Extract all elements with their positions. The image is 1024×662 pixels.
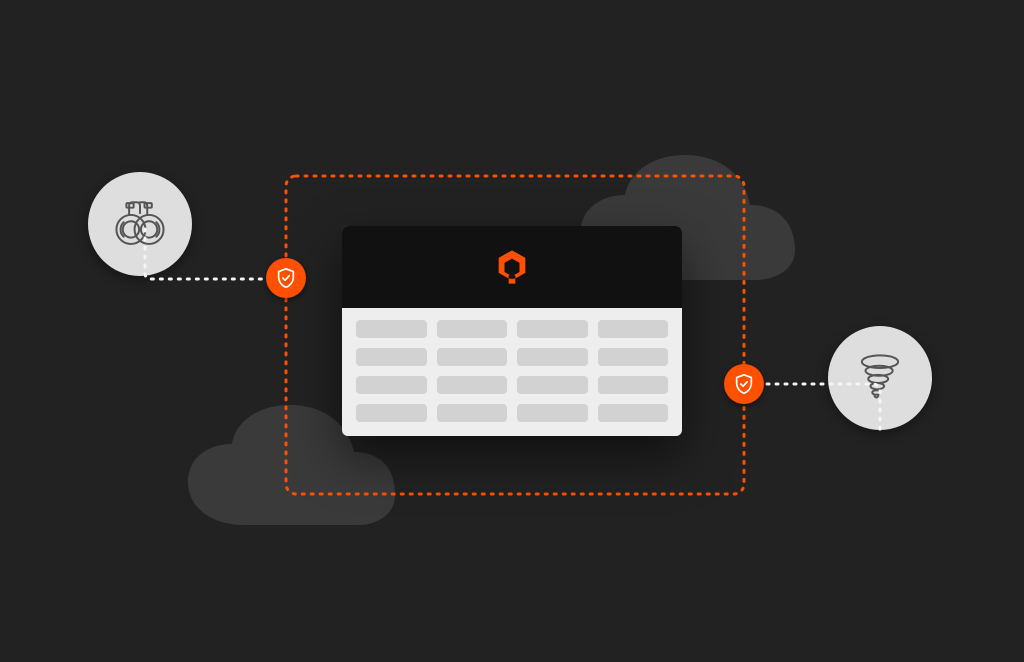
table-cell <box>517 404 588 422</box>
table-cell <box>598 376 669 394</box>
table-cell <box>356 348 427 366</box>
table-cell <box>517 348 588 366</box>
table-cell <box>517 376 588 394</box>
shield-check-icon <box>733 373 755 395</box>
table-row <box>356 376 668 394</box>
table-cell <box>437 348 508 366</box>
connector-right-dotted <box>754 380 884 436</box>
table-cell <box>598 320 669 338</box>
table-cell <box>437 320 508 338</box>
table-row <box>356 348 668 366</box>
table-cell <box>356 376 427 394</box>
data-panel <box>342 226 682 436</box>
table-cell <box>517 320 588 338</box>
shield-check-icon <box>275 267 297 289</box>
pure-storage-logo <box>492 247 532 287</box>
table-cell <box>356 320 427 338</box>
table-cell <box>598 404 669 422</box>
protection-shield-left <box>266 258 306 298</box>
table-cell <box>356 404 427 422</box>
table-cell <box>437 404 508 422</box>
connector-left-dotted <box>141 225 281 285</box>
table-row <box>356 404 668 422</box>
table-row <box>356 320 668 338</box>
panel-grid <box>342 308 682 436</box>
table-cell <box>598 348 669 366</box>
protection-shield-right <box>724 364 764 404</box>
table-cell <box>437 376 508 394</box>
panel-header <box>342 226 682 308</box>
